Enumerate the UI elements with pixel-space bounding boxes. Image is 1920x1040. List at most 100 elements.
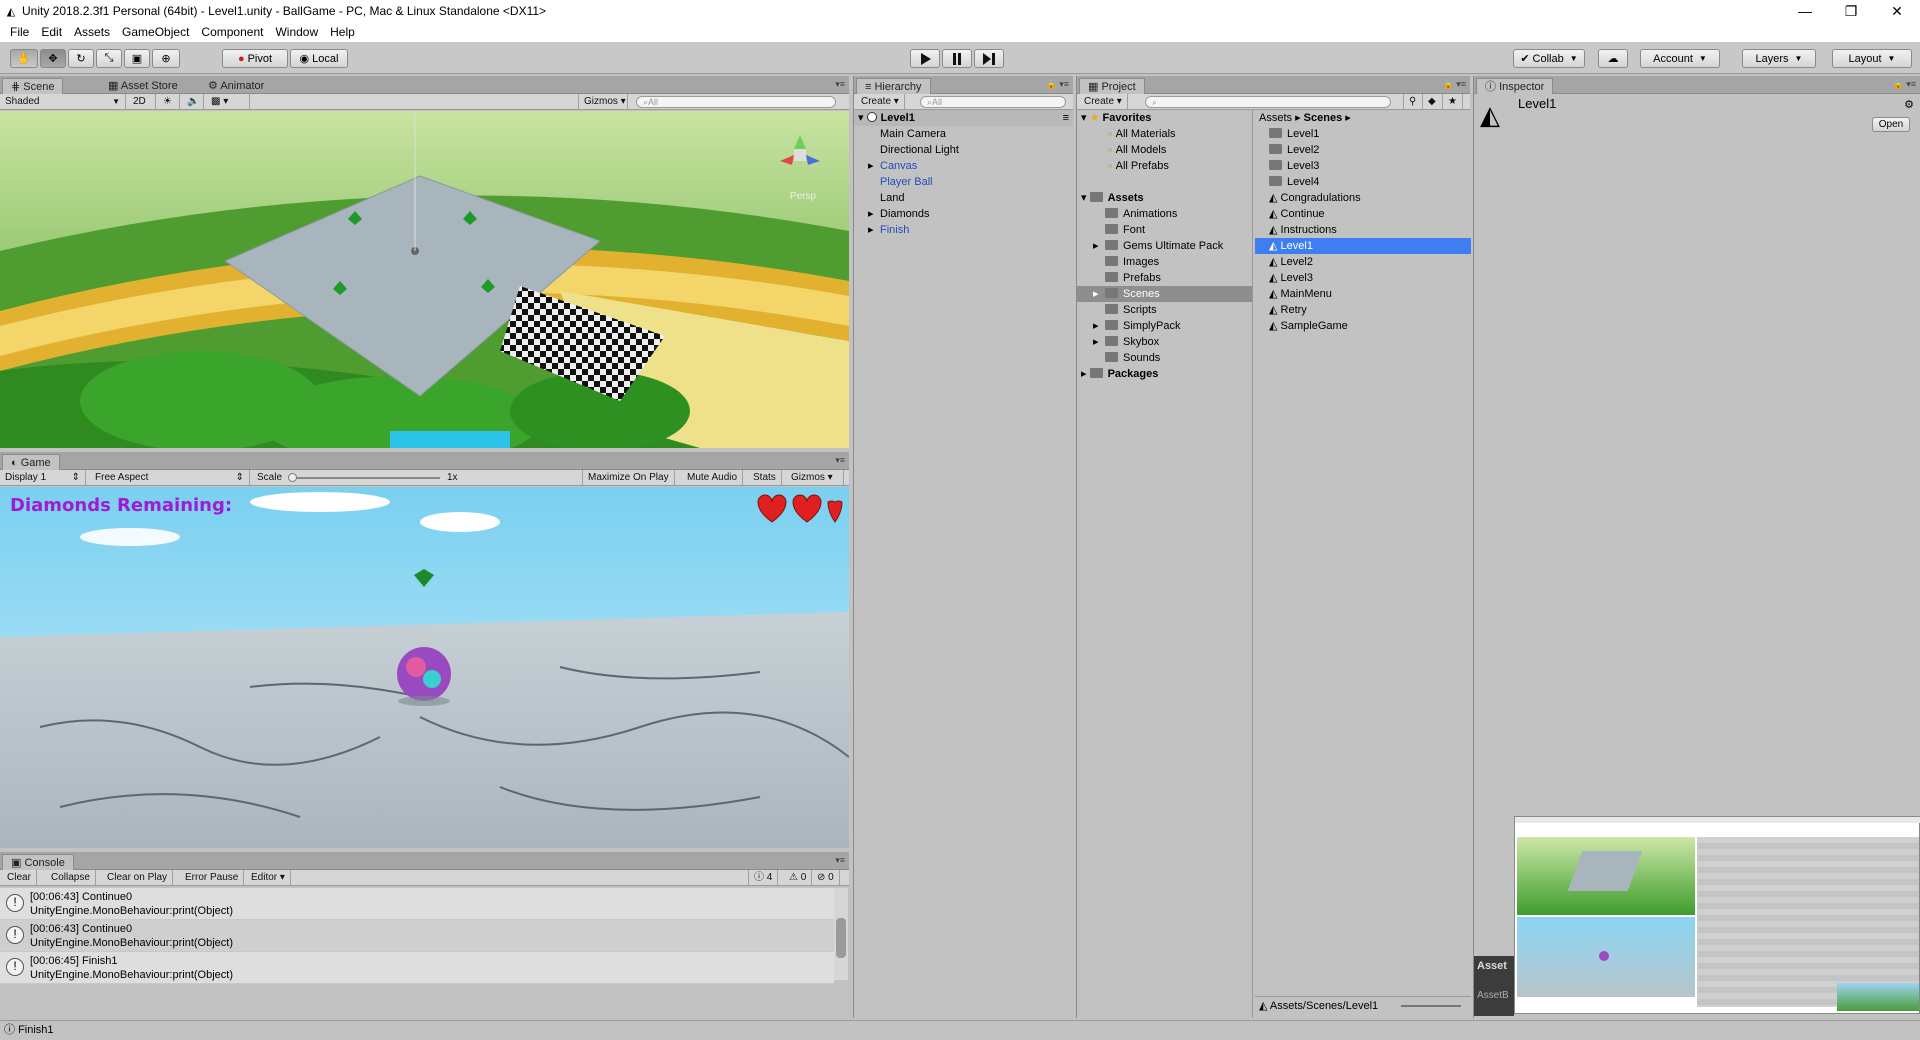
menu-window[interactable]: Window (269, 25, 324, 39)
move-tool-icon[interactable]: ✥ (40, 49, 66, 68)
console-error-pause-button[interactable]: Error Pause (180, 870, 245, 886)
project-file-item[interactable]: ◭ Continue (1255, 206, 1471, 222)
console-clear-on-play-button[interactable]: Clear on Play (102, 870, 174, 886)
scale-slider[interactable] (288, 473, 440, 482)
persp-label[interactable]: Persp (790, 191, 817, 202)
menu-help[interactable]: Help (324, 25, 361, 39)
console-clear-button[interactable]: Clear (2, 870, 37, 886)
assets-root-row[interactable]: ▾ Assets (1077, 190, 1252, 206)
expand-arrow-icon[interactable]: ▸ (1093, 318, 1105, 334)
restore-icon[interactable]: ❐ (1828, 3, 1874, 20)
project-create-dropdown[interactable]: Create ▾ (1079, 94, 1128, 110)
hierarchy-item[interactable]: Main Camera (854, 126, 1073, 142)
expand-arrow-icon[interactable]: ▸ (1093, 238, 1105, 254)
display-dropdown[interactable]: Display 1 ⇕ (0, 470, 86, 486)
expand-arrow-icon[interactable]: ▸ (1093, 286, 1105, 302)
transform-tool-icon[interactable]: ⊕ (152, 49, 180, 68)
hand-tool-icon[interactable]: ✋ (10, 49, 38, 68)
step-button[interactable] (974, 49, 1004, 68)
project-folder[interactable]: Font (1077, 222, 1252, 238)
favorite-item[interactable]: ⌕ All Models (1077, 142, 1252, 158)
hierarchy-item[interactable]: ▸ Diamonds (854, 206, 1073, 222)
tab-console[interactable]: ▣ Console (2, 854, 74, 870)
pivot-button[interactable]: ● Pivot (222, 49, 288, 68)
hierarchy-item[interactable]: ▸ Canvas (854, 158, 1073, 174)
aspect-dropdown[interactable]: Free Aspect ⇕ (90, 470, 250, 486)
favorite-star-icon[interactable]: ★ (1443, 94, 1463, 110)
menu-file[interactable]: File (4, 25, 35, 39)
open-button[interactable]: Open (1872, 117, 1910, 132)
console-entry[interactable]: ! [00:06:43] Continue0 UnityEngine.MonoBe… (0, 888, 834, 920)
expand-arrow-icon[interactable]: ▸ (868, 206, 880, 222)
favorites-row[interactable]: ▾ ★ Favorites (1077, 110, 1252, 126)
filter-label-icon[interactable]: ◆ (1423, 94, 1443, 110)
panel-menu-icon[interactable]: ▾≡ (835, 79, 845, 90)
hierarchy-search-input[interactable]: ⌕All (920, 96, 1066, 108)
project-search-input[interactable]: ⌕ (1145, 96, 1391, 108)
account-button[interactable]: Account ▼ (1640, 49, 1720, 68)
console-menu-icon[interactable]: ▾≡ (835, 855, 845, 866)
menu-component[interactable]: Component (195, 25, 269, 39)
effects-icon[interactable]: ▩ ▾ (206, 94, 250, 110)
project-file-item[interactable]: ◭ Level3 (1255, 270, 1471, 286)
packages-row[interactable]: ▸ Packages (1077, 366, 1252, 382)
shading-dropdown[interactable]: Shaded ▼ (0, 94, 126, 110)
tab-hierarchy[interactable]: ≡ Hierarchy (856, 78, 931, 94)
project-file-item[interactable]: ◭ MainMenu (1255, 286, 1471, 302)
favorite-item[interactable]: ⌕ All Materials (1077, 126, 1252, 142)
expand-arrow-icon[interactable]: ▸ (1093, 334, 1105, 350)
tab-asset-store[interactable]: ▦ Asset Store (100, 78, 186, 94)
hierarchy-menu-icon[interactable]: 🔒 ▾≡ (1046, 79, 1069, 90)
game-viewport[interactable]: Diamonds Remaining: (0, 487, 849, 848)
hierarchy-item[interactable]: Land (854, 190, 1073, 206)
log-count-toggle[interactable]: ⓘ 4 (748, 870, 779, 886)
cloud-icon[interactable]: ☁ (1598, 49, 1628, 68)
tab-project[interactable]: ▦ Project (1079, 78, 1145, 94)
game-panel-menu-icon[interactable]: ▾≡ (835, 455, 845, 466)
audio-icon[interactable]: 🔈 (182, 94, 204, 110)
hierarchy-create-dropdown[interactable]: Create ▾ (856, 94, 905, 110)
project-file-item[interactable]: ◭ SampleGame (1255, 318, 1471, 334)
project-file-item[interactable]: ◭ Level1 (1255, 238, 1471, 254)
collab-button[interactable]: ✔ Collab ▼ (1513, 49, 1585, 68)
tab-inspector[interactable]: ⓘ Inspector (1476, 78, 1554, 94)
project-folder[interactable]: ▸ Scenes (1077, 286, 1252, 302)
maximize-on-play-toggle[interactable]: Maximize On Play (582, 470, 675, 486)
project-folder[interactable]: ▸ Skybox (1077, 334, 1252, 350)
project-file-item[interactable]: ◭ Instructions (1255, 222, 1471, 238)
hierarchy-item[interactable]: ▸ Finish (854, 222, 1073, 238)
menu-assets[interactable]: Assets (68, 25, 116, 39)
project-folder[interactable]: Prefabs (1077, 270, 1252, 286)
console-scroll-thumb[interactable] (836, 918, 846, 958)
tab-game[interactable]: ◐ Game (2, 454, 60, 470)
tab-scene[interactable]: ⋕ Scene (2, 78, 64, 94)
lighting-icon[interactable]: ☀ (158, 94, 180, 110)
project-folder[interactable]: Animations (1077, 206, 1252, 222)
scene-search-input[interactable]: ⌕All (636, 96, 836, 108)
expand-arrow-icon[interactable]: ▸ (868, 158, 880, 174)
expand-arrow-icon[interactable]: ▸ (868, 222, 880, 238)
inspector-settings-icon[interactable]: ⚙ (1904, 98, 1914, 111)
project-file-item[interactable]: Level4 (1255, 174, 1471, 190)
hierarchy-item[interactable]: Directional Light (854, 142, 1073, 158)
project-file-item[interactable]: Level1 (1255, 126, 1471, 142)
project-file-item[interactable]: ◭ Level2 (1255, 254, 1471, 270)
scale-tool-icon[interactable]: ⤡ (96, 49, 122, 68)
menu-gameobject[interactable]: GameObject (116, 25, 195, 39)
icon-size-slider[interactable] (1401, 1005, 1461, 1007)
console-entry[interactable]: ! [00:06:43] Continue0 UnityEngine.MonoBe… (0, 920, 834, 952)
project-folder[interactable]: ▸ Gems Ultimate Pack (1077, 238, 1252, 254)
project-file-item[interactable]: ◭ Congradulations (1255, 190, 1471, 206)
tab-animator[interactable]: ⚙ Animator (200, 78, 272, 94)
project-folder[interactable]: Scripts (1077, 302, 1252, 318)
project-menu-icon[interactable]: 🔒 ▾≡ (1443, 79, 1466, 90)
project-file-item[interactable]: Level3 (1255, 158, 1471, 174)
play-button[interactable] (910, 49, 940, 68)
local-button[interactable]: ◉ Local (290, 49, 348, 68)
rect-tool-icon[interactable]: ▣ (124, 49, 150, 68)
project-file-item[interactable]: ◭ Retry (1255, 302, 1471, 318)
project-folder[interactable]: Sounds (1077, 350, 1252, 366)
console-editor-dropdown[interactable]: Editor ▾ (246, 870, 291, 886)
warning-count-toggle[interactable]: ⚠ 0 (784, 870, 813, 886)
close-icon[interactable]: ✕ (1874, 3, 1920, 20)
